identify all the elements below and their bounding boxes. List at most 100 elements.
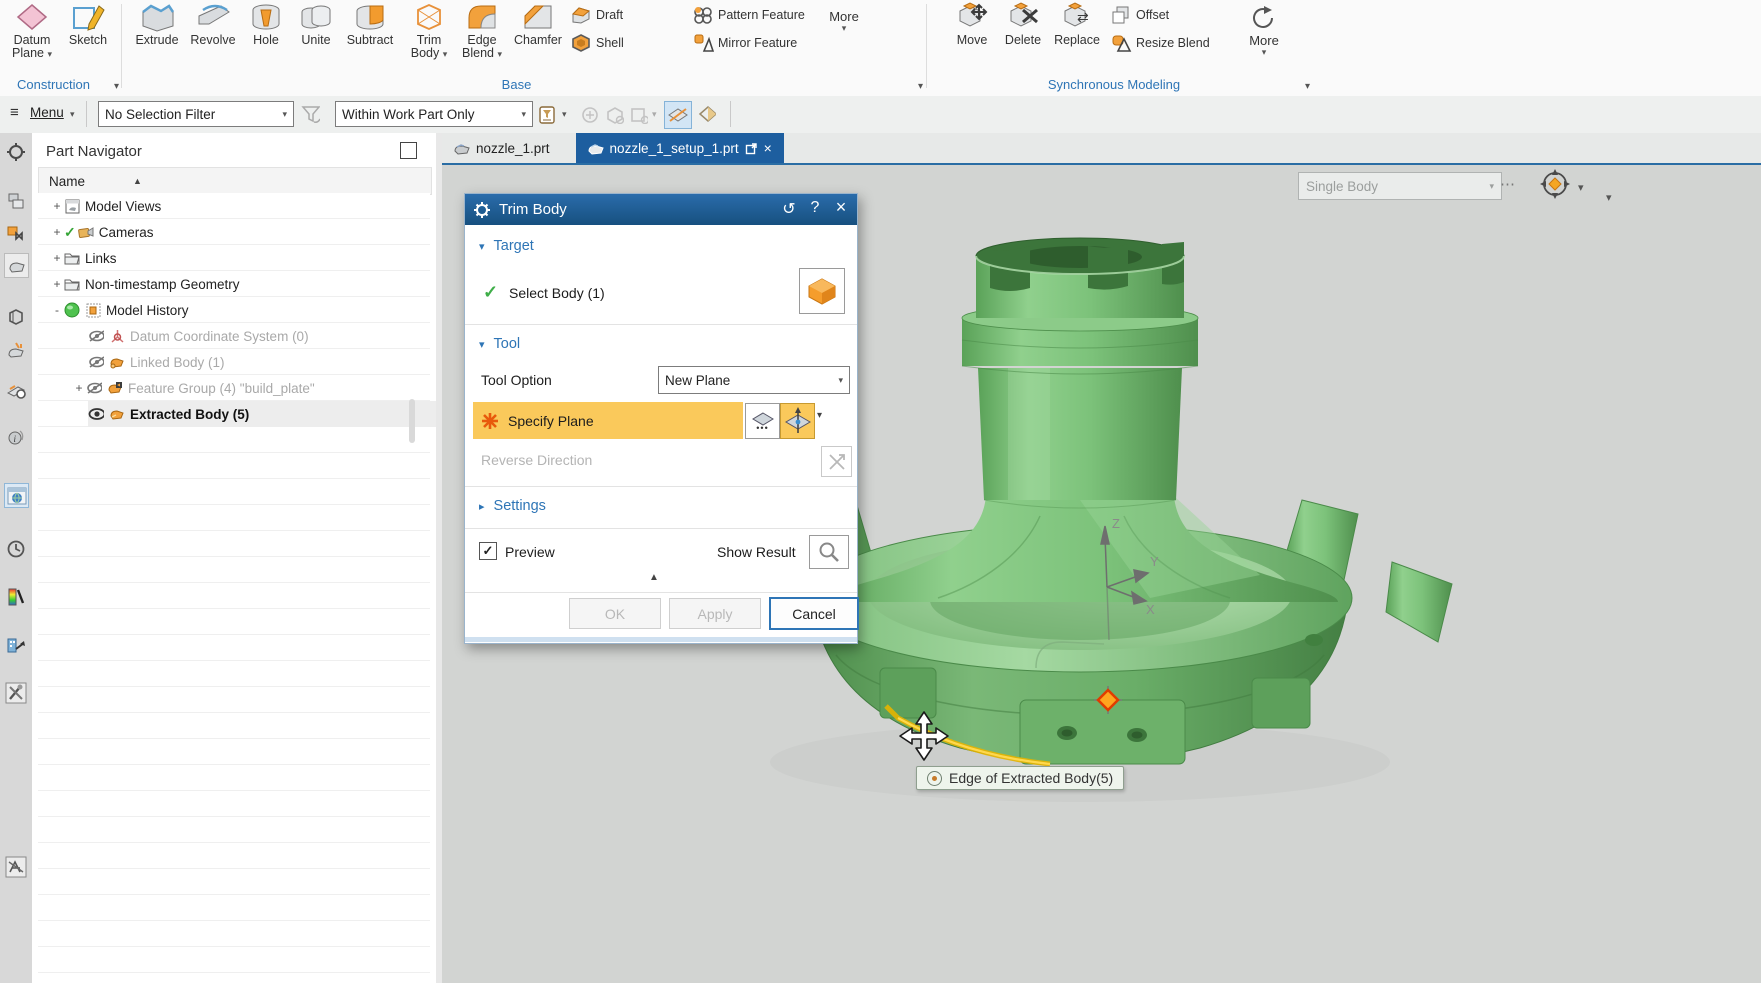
pattern-feature-button[interactable]: Pattern Feature bbox=[692, 2, 805, 28]
eye-visible-icon[interactable] bbox=[88, 406, 104, 422]
tree-item-datum-coordinate-system[interactable]: Datum Coordinate System (0) bbox=[88, 323, 460, 349]
tree-item-non-timestamp-geometry[interactable]: + Non-timestamp Geometry bbox=[52, 271, 424, 297]
web-browser-icon[interactable] bbox=[4, 483, 29, 508]
detach-window-icon[interactable] bbox=[745, 142, 758, 155]
group-dropdown-icon[interactable]: ▾ bbox=[918, 81, 923, 92]
tree-item-feature-group[interactable]: + Feature Group (4) "build_plate" bbox=[74, 375, 446, 401]
group-dropdown-icon[interactable]: ▾ bbox=[1305, 81, 1310, 92]
dialog-resize-strip[interactable] bbox=[465, 637, 857, 642]
delete-button[interactable]: Delete bbox=[998, 0, 1048, 47]
chevron-down-icon[interactable]: ▾ bbox=[1578, 181, 1584, 194]
hd3d-tools-icon[interactable] bbox=[4, 339, 27, 362]
dropdown-arrow-icon[interactable]: ▾ bbox=[47, 49, 52, 59]
eye-hidden-icon[interactable] bbox=[86, 380, 102, 396]
tree-column-header[interactable]: Name ▲ bbox=[38, 167, 432, 195]
tree-item-links[interactable]: + Links bbox=[52, 245, 424, 271]
plane-dialog-button[interactable]: ••• bbox=[745, 403, 780, 439]
close-tab-icon[interactable]: × bbox=[764, 141, 772, 155]
filter-undo-icon[interactable] bbox=[300, 104, 320, 124]
measure-icon[interactable] bbox=[4, 379, 27, 402]
dialog-titlebar[interactable]: Trim Body ↺ ? × bbox=[465, 194, 857, 225]
customer-defaults-icon[interactable] bbox=[4, 633, 27, 656]
move-button[interactable]: Move bbox=[948, 0, 996, 47]
filter-list-icon[interactable] bbox=[538, 104, 558, 124]
offset-button[interactable]: Offset bbox=[1110, 2, 1169, 28]
selection-gear-icon[interactable] bbox=[4, 140, 27, 163]
collapse-icon[interactable]: - bbox=[52, 303, 62, 317]
cancel-button[interactable]: Cancel bbox=[769, 597, 859, 630]
plane-axis-button[interactable] bbox=[780, 403, 815, 439]
chamfer-button[interactable]: Chamfer bbox=[510, 0, 566, 47]
draft-button[interactable]: Draft bbox=[570, 2, 623, 28]
tree-item-model-history[interactable]: - Model History bbox=[52, 297, 424, 323]
shaded-view-icon[interactable] bbox=[696, 102, 716, 122]
menu-button[interactable]: Menu bbox=[30, 105, 64, 120]
toolbar-chevron-down-icon[interactable]: ▾ bbox=[1606, 191, 1612, 204]
touch-mode-icon[interactable] bbox=[4, 855, 27, 878]
shell-button[interactable]: Shell bbox=[570, 30, 624, 56]
sync-more-button[interactable]: More ▾ bbox=[1240, 0, 1288, 58]
datum-plane-button[interactable]: Datum Plane ▾ bbox=[6, 0, 58, 61]
checkmark-icon[interactable]: ✓ bbox=[64, 224, 76, 241]
chevron-down-icon[interactable]: ▾ bbox=[562, 109, 567, 120]
info-icon[interactable]: i bbox=[4, 425, 27, 448]
settings-section-header[interactable]: ▸ Settings bbox=[479, 498, 546, 514]
trim-body-dialog[interactable]: Trim Body ↺ ? × ▾ Target ✓ Select Body (… bbox=[464, 193, 858, 644]
tab-nozzle-1[interactable]: nozzle_1.prt bbox=[442, 133, 562, 163]
resize-blend-button[interactable]: Resize Blend bbox=[1110, 30, 1210, 56]
dialog-collapse-icon[interactable]: ▲ bbox=[649, 572, 659, 583]
tree-scrollbar-thumb[interactable] bbox=[409, 399, 415, 443]
expand-icon[interactable]: + bbox=[74, 381, 84, 395]
replace-button[interactable]: ⇄ Replace bbox=[1050, 0, 1104, 47]
revolve-button[interactable]: Revolve bbox=[186, 0, 240, 47]
assembly-navigator-icon[interactable] bbox=[4, 189, 27, 212]
part-navigator-icon[interactable] bbox=[4, 253, 29, 278]
unite-button[interactable]: Unite bbox=[292, 0, 340, 47]
snap-cube-icon[interactable] bbox=[604, 104, 624, 124]
sketch-button[interactable]: Sketch bbox=[62, 0, 114, 47]
reset-icon[interactable]: ↺ bbox=[779, 199, 799, 219]
show-result-button[interactable] bbox=[809, 535, 849, 569]
snap-point-icon[interactable] bbox=[1538, 167, 1572, 201]
tree-item-model-views[interactable]: + Model Views bbox=[52, 193, 424, 219]
edge-blend-button[interactable]: Edge Blend ▾ bbox=[456, 0, 508, 61]
subtract-button[interactable]: Subtract bbox=[340, 0, 400, 47]
expand-icon[interactable]: + bbox=[52, 225, 62, 239]
dropdown-arrow-icon[interactable]: ▾ bbox=[443, 49, 448, 59]
reverse-direction-button[interactable] bbox=[821, 446, 852, 477]
target-section-header[interactable]: ▾ Target bbox=[479, 238, 534, 254]
constraint-navigator-icon[interactable] bbox=[4, 221, 27, 244]
hole-button[interactable]: Hole bbox=[242, 0, 290, 47]
tree-item-extracted-body[interactable]: Extracted Body (5) bbox=[88, 401, 460, 427]
eye-hidden-icon[interactable] bbox=[88, 354, 104, 370]
tool-option-combo[interactable]: New Plane▾ bbox=[658, 366, 850, 394]
selection-filter-combo[interactable]: No Selection Filter▾ bbox=[98, 101, 294, 127]
color-palette-icon[interactable] bbox=[4, 585, 27, 608]
snap-hand-icon[interactable] bbox=[580, 104, 600, 124]
specify-plane-row[interactable]: Specify Plane bbox=[473, 402, 743, 439]
dropdown-arrow-icon[interactable]: ▾ bbox=[497, 49, 502, 59]
tab-nozzle-1-setup-1[interactable]: nozzle_1_setup_1.prt × bbox=[576, 133, 784, 163]
expand-icon[interactable]: + bbox=[52, 277, 62, 291]
mirror-feature-button[interactable]: Mirror Feature bbox=[692, 30, 797, 56]
plane-options-dropdown-icon[interactable]: ▾ bbox=[817, 410, 822, 421]
tree-item-linked-body[interactable]: Linked Body (1) bbox=[88, 349, 460, 375]
snap-plane-icon[interactable] bbox=[628, 104, 648, 124]
trim-body-button[interactable]: Trim Body ▾ bbox=[404, 0, 454, 61]
scope-combo[interactable]: Within Work Part Only▾ bbox=[335, 101, 533, 127]
apply-button[interactable]: Apply bbox=[669, 598, 761, 629]
history-status-icon[interactable] bbox=[64, 302, 80, 318]
menu-dropdown-icon[interactable]: ▾ bbox=[70, 109, 75, 120]
ok-button[interactable]: OK bbox=[569, 598, 661, 629]
reuse-library-icon[interactable] bbox=[4, 305, 27, 328]
clip-section-button[interactable] bbox=[664, 101, 692, 129]
eye-hidden-icon[interactable] bbox=[88, 328, 104, 344]
base-more-button[interactable]: More ▾ bbox=[822, 8, 866, 34]
expand-icon[interactable]: + bbox=[52, 251, 62, 265]
tree-item-cameras[interactable]: + ✓ Cameras bbox=[52, 219, 424, 245]
expand-icon[interactable]: + bbox=[52, 199, 62, 213]
help-icon[interactable]: ? bbox=[805, 199, 825, 217]
panel-maximize-icon[interactable] bbox=[400, 142, 417, 159]
preview-checkbox[interactable]: ✓ bbox=[479, 542, 497, 560]
tools-icon[interactable] bbox=[4, 681, 27, 704]
